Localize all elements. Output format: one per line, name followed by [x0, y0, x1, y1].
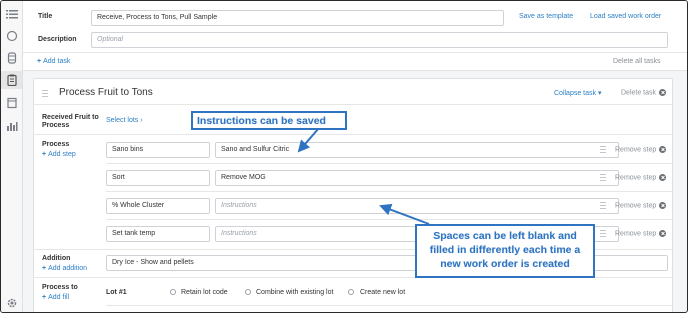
app-frame: Title Receive, Process to Tons, Pull Sam…: [0, 0, 688, 313]
callout-instructions-saved: Instructions can be saved: [191, 111, 347, 130]
callout-blank-spaces: Spaces can be left blank and filled in d…: [415, 224, 595, 278]
arrow-to-blank-field: [379, 203, 430, 225]
arrow-to-instructions: [297, 127, 320, 153]
